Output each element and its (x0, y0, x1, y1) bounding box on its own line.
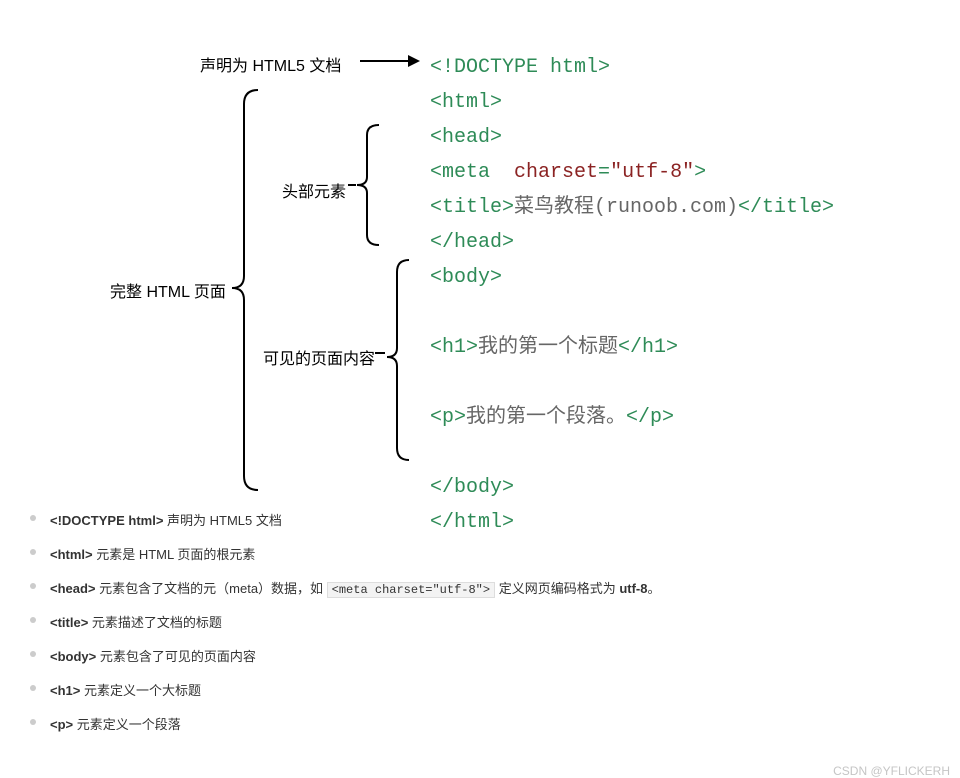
arrow-doctype (360, 60, 410, 62)
label-doctype: 声明为 HTML5 文档 (200, 52, 341, 76)
code-title-close: </title> (738, 196, 834, 219)
label-body: 可见的页面内容 (263, 345, 375, 369)
code-sample: <!DOCTYPE html> <html> <head> <meta char… (430, 50, 834, 540)
code-h1-open: <h1> (430, 336, 478, 359)
code-title-open: <title> (430, 196, 514, 219)
bullet-title: <title> 元素描述了文档的标题 (30, 612, 950, 631)
code-body-close: </body> (430, 476, 514, 499)
code-head-open: <head> (430, 126, 502, 149)
brace-body (385, 260, 411, 460)
code-doctype: DOCTYPE html (454, 56, 598, 79)
code-h1-close: </h1> (618, 336, 678, 359)
bullet-doctype: <!DOCTYPE html> 声明为 HTML5 文档 (30, 510, 950, 529)
code-p-open: <p> (430, 406, 466, 429)
connector-body (375, 348, 387, 358)
code-chip-meta: <meta charset="utf-8"> (327, 582, 495, 598)
code-meta-attr: charset (514, 161, 598, 184)
watermark: CSDN @YFLICKERH (833, 764, 950, 778)
html-structure-diagram: 声明为 HTML5 文档 完整 HTML 页面 头部元素 可见的页面内容 <!D… (10, 20, 950, 480)
label-page: 完整 HTML 页面 (110, 278, 226, 302)
code-title-text: 菜鸟教程(runoob.com) (514, 196, 738, 219)
code-doctype-close: > (598, 56, 610, 79)
code-p-text: 我的第一个段落。 (466, 406, 626, 429)
bullet-h1: <h1> 元素定义一个大标题 (30, 680, 950, 699)
bullet-body: <body> 元素包含了可见的页面内容 (30, 646, 950, 665)
bullet-p: <p> 元素定义一个段落 (30, 714, 950, 733)
brace-page (230, 90, 260, 490)
label-head: 头部元素 (282, 178, 346, 202)
brace-head (355, 125, 381, 245)
code-h1-text: 我的第一个标题 (478, 336, 618, 359)
code-p-close: </p> (626, 406, 674, 429)
code-head-close: </head> (430, 231, 514, 254)
code-doctype-open: <! (430, 56, 454, 79)
description-list: <!DOCTYPE html> 声明为 HTML5 文档 <html> 元素是 … (10, 510, 950, 733)
code-body-open: <body> (430, 266, 502, 289)
bullet-head: <head> 元素包含了文档的元（meta）数据，如 <meta charset… (30, 578, 950, 597)
code-meta-open: <meta (430, 161, 490, 184)
bullet-html: <html> 元素是 HTML 页面的根元素 (30, 544, 950, 563)
connector-head (348, 180, 358, 190)
code-html-open: <html> (430, 91, 502, 114)
